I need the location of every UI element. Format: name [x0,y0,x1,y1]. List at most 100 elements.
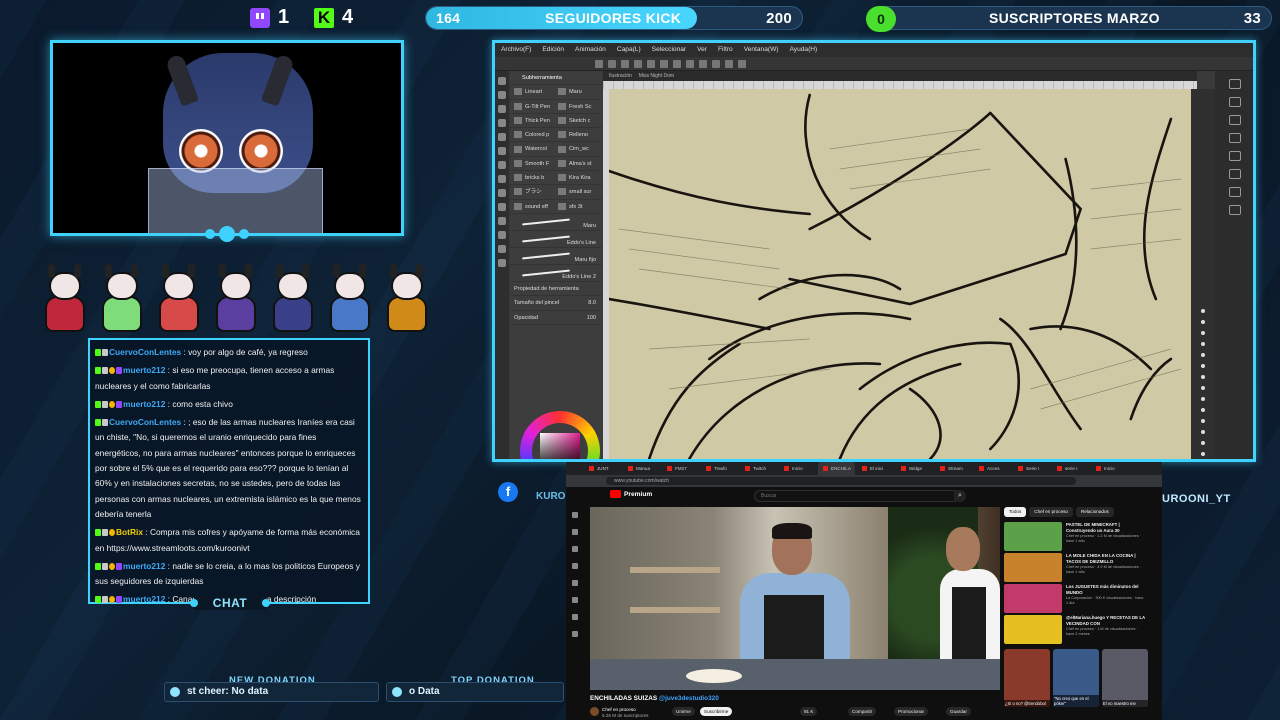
brush-row[interactable]: Colored p Relleno [510,128,602,143]
drawing-canvas[interactable] [609,89,1191,459]
chat-username[interactable]: muerto212 [123,561,165,571]
recommended-video[interactable]: PASTEL DE MINECRAFT | Construyendo un Au… [1004,522,1154,552]
chat-username[interactable]: muerto212 [123,365,165,375]
brush-name[interactable]: small sur [569,189,591,195]
brush-name[interactable]: Maru [569,89,582,95]
tab-illustration[interactable]: Ilustración [609,73,632,79]
toolbar-button[interactable] [634,59,642,68]
brush-name[interactable]: Relleno [569,132,588,138]
search-icon[interactable]: ⌕ [954,490,966,502]
menu-item[interactable]: Ayuda(H) [790,43,818,57]
chat-username[interactable]: muerto212 [123,594,165,604]
menu-item[interactable]: Ventana(W) [744,43,779,57]
layers-panel-icon[interactable] [1229,169,1241,179]
brush-name[interactable]: Sketch c [569,118,590,124]
promote-button[interactable]: Promocionar [894,707,929,716]
brush-name[interactable]: Kira Kira [569,175,590,181]
menu-item[interactable]: Ver [697,43,707,57]
toolbar-button[interactable] [699,59,707,68]
stroke-preview[interactable]: Eddo's Line [510,231,602,248]
brush-name[interactable]: Colored p [525,132,549,138]
brush-name[interactable]: sound eff [525,204,548,210]
toolbar-button[interactable] [738,59,746,68]
brush-name[interactable]: Alma's st [569,161,592,167]
toolbar-button[interactable] [673,59,681,68]
brush-name[interactable]: bricks b [525,175,544,181]
recommended-title[interactable]: @elMariana.huego Y RECETAS DE LA VECINDA… [1066,615,1146,626]
stroke-preview[interactable]: Eddo's Line 2 [510,265,602,282]
toolbar-button[interactable] [686,59,694,68]
video-tag[interactable]: @juve3destudio320 [659,695,719,702]
history-icon[interactable] [572,580,578,586]
browser-tab[interactable]: El inici [857,462,894,475]
browser-tab[interactable]: JUNT [584,462,621,475]
brush-name[interactable]: G-Tilt Pen [525,104,550,110]
shape-tool-icon[interactable] [498,245,506,253]
video-thumbnail[interactable] [1004,584,1062,613]
browser-tab[interactable]: Serie I [1013,462,1050,475]
browser-tab[interactable]: serie I [1052,462,1089,475]
address-bar[interactable]: www.youtube.com/watch [606,477,1076,485]
menu-item[interactable]: Seleccionar [652,43,686,57]
text-tool-icon[interactable] [498,259,506,267]
lasso-tool-icon[interactable] [498,119,506,127]
video-thumbnail[interactable] [1004,522,1062,551]
color-picker-square[interactable] [540,433,580,459]
short-video[interactable]: ¿Si o no? @trendobol [1004,649,1050,707]
menu-item[interactable]: Filtro [718,43,733,57]
browser-tab[interactable]: Inicio [1091,462,1128,475]
home-icon[interactable] [572,512,578,518]
opacity-row[interactable]: Opacidad 100 [510,311,602,325]
like-button[interactable]: 91 K [800,707,818,716]
channel-avatar[interactable] [590,707,599,716]
stroke-preview[interactable]: Maru fijo [510,248,602,265]
stroke-preview[interactable]: Maru [510,214,602,231]
brush-size-row[interactable]: Tamaño del pincel 8.0 [510,296,602,311]
filter-chip[interactable]: Todos [1004,507,1027,517]
menu-item[interactable]: Animación [575,43,606,57]
recommended-video[interactable]: LA MOLE CHIDA EN LA COCINA | TACOS DE DI… [1004,553,1154,583]
browser-tab[interactable]: Widge [896,462,933,475]
shorts-icon[interactable] [572,529,578,535]
brush-name[interactable]: sfx 3t [569,204,582,210]
subscriptions-icon[interactable] [572,546,578,552]
liked-icon[interactable] [572,614,578,620]
recommended-title[interactable]: PASTEL DE MINECRAFT | Construyendo un Au… [1066,522,1146,533]
select-tool-icon[interactable] [498,105,506,113]
chat-username[interactable]: muerto212 [123,399,165,409]
move-tool-icon[interactable] [498,77,506,85]
browser-tab[interactable]: FM27 [662,462,699,475]
brush-name[interactable]: Watercol [525,146,547,152]
filter-chip[interactable]: Relacionados [1075,507,1114,517]
sub-view-icon[interactable] [1229,205,1241,215]
chat-username[interactable]: BotRix [116,527,143,537]
layer-icon[interactable] [1229,97,1241,107]
more-icon[interactable] [572,631,578,637]
brush-name[interactable]: Smooth F [525,161,549,167]
browser-tab[interactable]: Inicio [779,462,816,475]
channel-name[interactable]: Chef en proceso [602,707,636,712]
short-video[interactable]: "No creo que en el póker" [1053,649,1099,707]
share-button[interactable]: Compartir [848,707,877,716]
eyedropper-tool-icon[interactable] [498,133,506,141]
chat-username[interactable]: CuervoConLentes [109,417,181,427]
watch-later-icon[interactable] [572,597,578,603]
recommended-video[interactable]: Los JUGUETES más diminutos del MUNDO La C… [1004,584,1154,614]
video-thumbnail[interactable] [1004,615,1062,644]
brush-row[interactable]: Smooth F Alma's st [510,157,602,172]
menu-item[interactable]: Capa(L) [617,43,641,57]
zoom-tool-icon[interactable] [498,91,506,99]
eraser-tool-icon[interactable] [498,203,506,211]
auto-action-icon[interactable] [1229,187,1241,197]
brush-row[interactable]: Watercol Cim_wc [510,142,602,157]
library-icon[interactable] [572,563,578,569]
toolbar-button[interactable] [660,59,668,68]
short-video[interactable]: El no maestro me [1102,649,1148,707]
brush-name[interactable]: Lineart [525,89,542,95]
recommended-title[interactable]: LA MOLE CHIDA EN LA COCINA | TACOS DE DI… [1066,553,1146,564]
brush-name[interactable]: ブラシ [525,189,542,195]
browser-tab[interactable]: Twitch [740,462,777,475]
recommended-video[interactable]: @elMariana.huego Y RECETAS DE LA VECINDA… [1004,615,1154,645]
brush-name[interactable]: Cim_wc [569,146,589,152]
navigator-icon[interactable] [1229,79,1241,89]
